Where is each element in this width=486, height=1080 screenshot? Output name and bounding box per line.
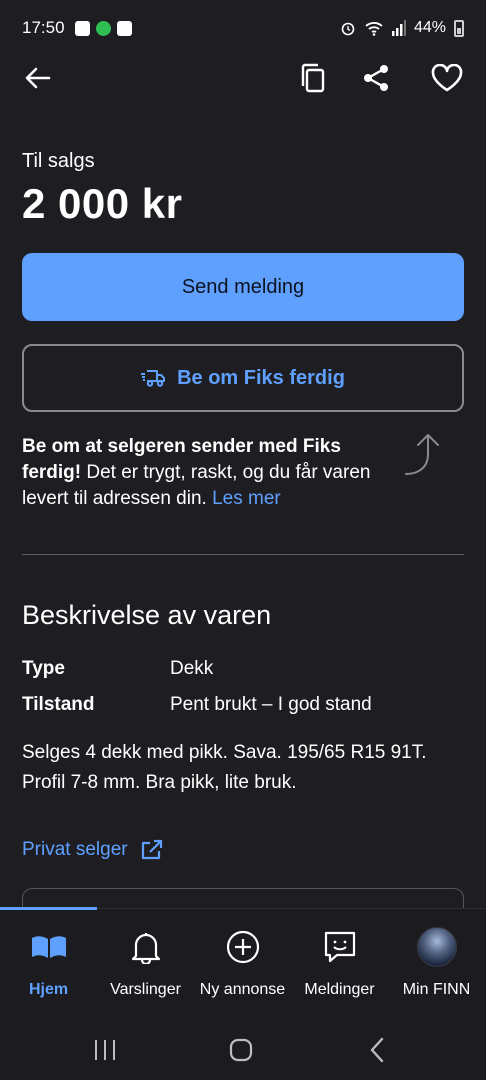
nav-label-my-finn: Min FINN	[402, 981, 471, 998]
curved-arrow-icon	[405, 434, 439, 475]
battery-icon	[454, 19, 464, 37]
chat-icon	[324, 931, 355, 963]
system-navigation	[0, 1010, 486, 1080]
fiks-ferdig-label: Be om Fiks ferdig	[177, 366, 345, 389]
home-button-icon[interactable]	[221, 1030, 261, 1070]
copy-icon[interactable]	[295, 60, 331, 96]
send-message-button[interactable]: Send melding	[22, 253, 464, 321]
status-bar: 17:50 44%	[0, 0, 486, 56]
read-more-link[interactable]: Les mer	[212, 488, 281, 509]
type-label: Type	[22, 658, 65, 679]
back-arrow-icon[interactable]	[20, 60, 56, 96]
nav-item-notifications[interactable]: Varslinger	[97, 909, 194, 1011]
bell-icon	[131, 933, 160, 964]
nav-label-home: Hjem	[28, 981, 69, 998]
share-icon[interactable]	[358, 60, 394, 96]
listing-price: 2 000 kr	[22, 180, 183, 227]
status-time: 17:50	[22, 18, 65, 37]
app-notification-icon	[95, 20, 111, 36]
top-bar	[0, 56, 486, 102]
heart-icon[interactable]	[429, 60, 465, 96]
fiks-ferdig-info: Be om at selgeren sender med Fiks ferdig…	[22, 434, 382, 512]
nav-item-home[interactable]: Hjem	[0, 909, 97, 1011]
bottom-navigation: Hjem Varslinger Ny annonse Meldinger Min…	[0, 907, 486, 1011]
condition-label: Tilstand	[22, 694, 95, 715]
private-seller-link[interactable]: Privat selger	[22, 838, 164, 862]
send-message-label: Send melding	[181, 275, 305, 298]
description-body: Selges 4 dekk med pikk. Sava. 195/65 R15…	[22, 742, 427, 793]
nav-label-new-ad: Ny annonse	[199, 981, 286, 998]
delivery-truck-icon	[141, 370, 166, 387]
alarm-icon	[341, 22, 355, 36]
nav-item-new-ad[interactable]: Ny annonse	[194, 909, 291, 1011]
status-right: 44%	[340, 19, 464, 37]
recent-apps-icon[interactable]	[85, 1030, 125, 1070]
system-back-icon[interactable]	[358, 1030, 398, 1070]
battery-percent: 44%	[413, 19, 446, 36]
avatar	[416, 927, 457, 967]
plus-circle-icon	[226, 930, 259, 964]
nav-label-messages: Meldinger	[304, 981, 375, 998]
image-notification-icon	[116, 20, 132, 36]
description-title: Beskrivelse av varen	[22, 600, 272, 630]
type-value: Dekk	[170, 658, 214, 679]
notification-icons	[74, 20, 132, 36]
nav-label-notifications: Varslinger	[110, 981, 181, 998]
divider	[22, 554, 464, 555]
book-icon	[31, 936, 66, 958]
nav-item-my-finn[interactable]: Min FINN	[388, 909, 485, 1011]
listing-status: Til salgs	[22, 150, 95, 172]
wifi-icon	[365, 22, 383, 36]
fiks-ferdig-button[interactable]: Be om Fiks ferdig	[22, 344, 464, 412]
condition-value: Pent brukt – I god stand	[170, 694, 372, 715]
nav-item-messages[interactable]: Meldinger	[291, 909, 388, 1011]
check-notification-icon	[74, 20, 90, 36]
private-seller-label: Privat selger	[22, 839, 128, 860]
signal-icon	[391, 20, 406, 36]
external-link-icon	[141, 839, 162, 860]
